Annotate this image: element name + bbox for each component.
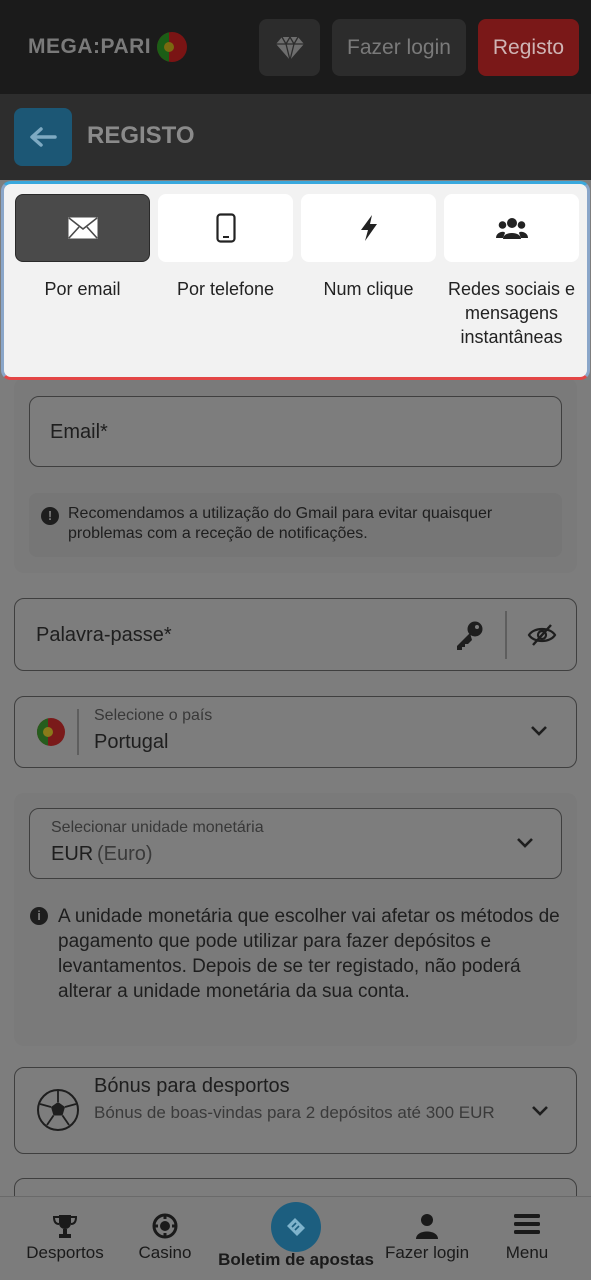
tab-by-phone-box[interactable] [158, 194, 293, 262]
users-icon [495, 218, 528, 239]
gmail-notice-box: ! Recomendamos a utilização do Gmail par… [29, 493, 562, 557]
nav-sports[interactable]: Desportos [14, 1197, 116, 1280]
user-icon [416, 1214, 438, 1239]
tab-social-networks[interactable]: Redes sociais e mensagens instantâneas [444, 194, 579, 349]
betslip-button[interactable] [271, 1202, 321, 1252]
logo-text: MEGA:PARI [28, 35, 152, 58]
tab-one-click[interactable]: Num clique [301, 194, 436, 301]
field-divider [505, 611, 507, 659]
exclamation-icon: ! [41, 507, 59, 525]
password-label: Palavra-passe* [36, 624, 172, 646]
back-button[interactable] [14, 108, 72, 166]
arrow-left-icon [30, 127, 57, 147]
hamburger-icon [514, 1214, 540, 1234]
nav-menu[interactable]: Menu [480, 1197, 574, 1280]
bonus-select[interactable]: Bónus para desportos Bónus de boas-vinda… [14, 1067, 577, 1154]
vip-diamond-button[interactable] [259, 19, 320, 76]
nav-label: Desportos [26, 1243, 104, 1262]
page-title: REGISTO [87, 122, 195, 149]
portugal-flag-icon [37, 718, 65, 746]
tab-by-email[interactable]: Por email [15, 194, 150, 301]
key-icon[interactable] [453, 619, 485, 651]
password-input[interactable]: Palavra-passe* [14, 598, 577, 671]
header-register-button[interactable]: Registo [478, 19, 579, 76]
nav-label: Menu [505, 1243, 549, 1262]
casino-chip-icon [152, 1213, 178, 1239]
ticket-icon [287, 1218, 305, 1236]
chevron-down-icon [517, 838, 533, 848]
soccer-ball-icon [37, 1089, 79, 1131]
nav-casino[interactable]: Casino [120, 1197, 210, 1280]
country-select[interactable]: Selecione o país Portugal [14, 696, 577, 768]
currency-select[interactable]: Selecionar unidade monetária EUR (Euro) [29, 808, 562, 879]
info-icon: i [30, 907, 48, 925]
tab-label: Num clique [323, 279, 414, 299]
nav-login[interactable]: Fazer login [378, 1197, 476, 1280]
field-divider [77, 709, 79, 755]
header-login-button[interactable]: Fazer login [332, 19, 466, 76]
currency-label: Selecionar unidade monetária [51, 819, 264, 836]
email-input[interactable]: Email* [29, 396, 562, 467]
country-label: Selecione o país [94, 707, 213, 724]
currency-name: (Euro) [97, 843, 153, 865]
gmail-notice-text: Recomendamos a utilização do Gmail para … [68, 505, 493, 542]
lightning-icon [360, 215, 377, 241]
nav-label: Boletim de apostas [218, 1250, 374, 1269]
country-value: Portugal [94, 731, 169, 753]
eye-off-icon[interactable] [527, 623, 557, 647]
tab-label: Por email [44, 279, 121, 299]
page-titlebar: REGISTO [0, 94, 591, 180]
bonus-description: Bónus de boas-vindas para 2 depósitos at… [94, 1103, 495, 1122]
email-label: Email* [50, 421, 108, 443]
tab-by-phone[interactable]: Por telefone [158, 194, 293, 301]
currency-code: EUR [51, 843, 94, 865]
portugal-flag-icon [157, 32, 188, 62]
chevron-down-icon [531, 726, 547, 736]
chevron-down-icon [532, 1106, 548, 1116]
nav-label: Casino [138, 1243, 192, 1262]
diamond-icon [275, 35, 304, 60]
trophy-icon [52, 1215, 78, 1238]
tab-one-click-box[interactable] [301, 194, 436, 262]
top-header: MEGA:PARI Fazer login Registo [0, 0, 591, 94]
registration-method-tabs: Por email Por telefone Num clique Redes … [1, 181, 590, 380]
email-card: Email* ! Recomendamos a utilização do Gm… [14, 378, 577, 573]
phone-icon [215, 213, 236, 243]
tab-by-email-box[interactable] [15, 194, 150, 262]
envelope-icon [67, 217, 98, 239]
nav-label: Fazer login [384, 1243, 470, 1262]
currency-card: Selecionar unidade monetária EUR (Euro) … [14, 793, 577, 1046]
tab-social-networks-box[interactable] [444, 194, 579, 262]
bonus-title: Bónus para desportos [94, 1075, 290, 1097]
tab-label: Redes sociais e mensagens instantâneas [447, 279, 576, 347]
currency-notice-text: A unidade monetária que escolher vai afe… [58, 906, 560, 1002]
megapari-logo[interactable]: MEGA:PARI [28, 32, 188, 62]
tab-label: Por telefone [176, 279, 275, 299]
